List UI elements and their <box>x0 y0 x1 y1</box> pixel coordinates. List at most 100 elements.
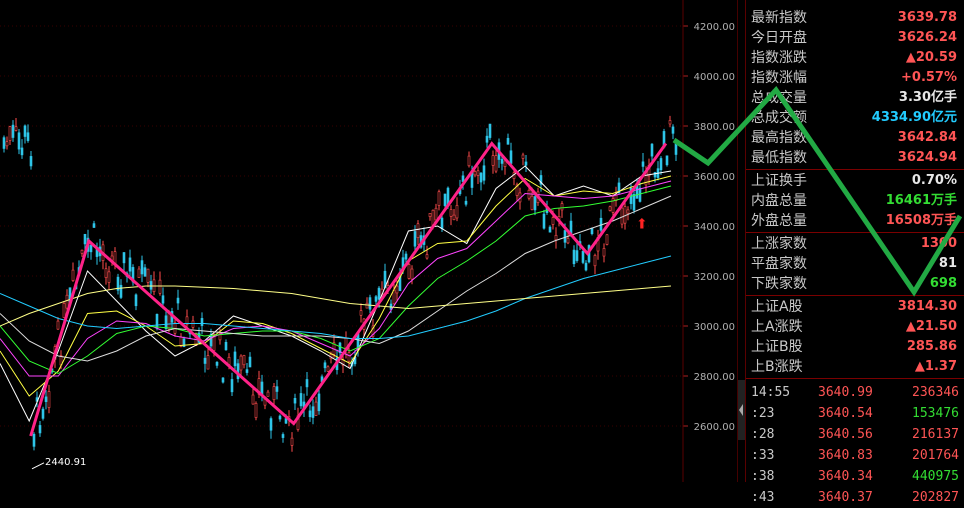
stat-row: 平盘家数 81 <box>751 254 957 274</box>
candle-body <box>623 206 627 224</box>
stat-label: 上A涨跌 <box>751 319 803 335</box>
stat-row: 最高指数 3642.84 <box>751 128 957 148</box>
candle-body <box>605 234 609 245</box>
candle-body <box>560 203 564 211</box>
tick-row[interactable]: :33 3640.83 201764 <box>746 445 964 466</box>
tick-volume: 153476 <box>912 406 959 421</box>
tick-time: :28 <box>751 427 775 442</box>
candle-body <box>293 398 297 404</box>
tick-price: 3640.56 <box>818 427 873 442</box>
tick-row[interactable]: :23 3640.54 153476 <box>746 403 964 424</box>
candle-body <box>551 217 555 225</box>
candle-body <box>506 137 510 145</box>
tick-volume: 201764 <box>912 448 959 463</box>
candle-body <box>548 226 552 233</box>
candle-body <box>200 318 204 326</box>
up-arrow-icon: ⬆ <box>636 217 648 233</box>
candle-body <box>176 297 180 304</box>
y-tick-label: 3800.00 <box>694 122 735 133</box>
tick-price: 3640.99 <box>818 385 873 400</box>
tick-row[interactable]: :38 3640.34 440975 <box>746 466 964 487</box>
tick-volume: 202827 <box>912 490 959 505</box>
tick-price: 3640.83 <box>818 448 873 463</box>
candle-body <box>563 230 567 243</box>
panel-collapse-handle[interactable] <box>738 380 745 440</box>
stat-row: 内盘总量 16461万手 <box>751 191 957 211</box>
low-annotation-label: 2440.91 <box>45 457 86 468</box>
candle-body <box>602 248 606 257</box>
quote-panel: 最新指数 3639.78 今日开盘 3626.24 指数涨跌 ▲20.59 指数涨幅 +0.5… <box>745 0 964 505</box>
candle-body <box>428 213 432 217</box>
candle-body <box>584 262 588 271</box>
candle-body <box>674 141 678 155</box>
candle-body <box>32 433 36 447</box>
candle-body <box>191 320 195 328</box>
candle-body <box>71 269 75 281</box>
candle-body <box>11 124 15 138</box>
candle-body <box>230 379 234 393</box>
candle-body <box>464 200 468 205</box>
stat-value: 16461万手 <box>885 193 957 208</box>
candle-body <box>410 268 414 280</box>
candle-body <box>452 214 456 221</box>
tick-time: :33 <box>751 448 775 463</box>
stat-label: 上证B股 <box>751 339 803 355</box>
stat-row: 今日开盘 3626.24 <box>751 28 957 48</box>
candle-body <box>269 418 273 431</box>
candle-body <box>581 250 585 263</box>
candle-body <box>224 341 228 351</box>
candle-body <box>521 154 525 159</box>
stat-label: 内盘总量 <box>751 193 807 209</box>
stat-value: +0.57% <box>901 70 957 85</box>
candle-body <box>530 195 534 210</box>
tick-time: :38 <box>751 469 775 484</box>
candle-body <box>83 233 87 245</box>
stat-value: 1300 <box>920 236 957 251</box>
candle-body <box>305 379 309 388</box>
candle-body <box>20 147 24 156</box>
candle-body <box>164 315 168 329</box>
tick-volume: 216137 <box>912 427 959 442</box>
candle-body <box>659 158 663 171</box>
candle-body <box>248 356 252 368</box>
candle-body <box>566 238 570 244</box>
candle-body <box>440 217 444 229</box>
candle-body <box>290 437 294 446</box>
stat-value: 285.86 <box>906 339 957 354</box>
stat-label: 指数涨跌 <box>751 50 807 66</box>
candle-body <box>233 351 237 367</box>
candle-body <box>104 268 108 278</box>
tick-price: 3640.54 <box>818 406 873 421</box>
candle-body <box>119 284 123 298</box>
candle-body <box>572 249 576 265</box>
candle-body <box>311 406 315 418</box>
candle-body <box>395 285 399 294</box>
tick-time: 14:55 <box>751 385 791 400</box>
stat-value: 3639.78 <box>897 10 957 25</box>
stat-row: 指数涨幅 +0.57% <box>751 68 957 88</box>
candle-body <box>239 355 243 371</box>
candle-body <box>416 223 420 238</box>
y-tick-label: 3400.00 <box>694 222 735 233</box>
stat-row: 最低指数 3624.94 <box>751 148 957 168</box>
kline-chart[interactable]: 2600.00 2800.00 3000.00 3200.00 3400.00 3600.… <box>0 0 738 482</box>
candle-body <box>254 403 258 418</box>
candle-body <box>590 227 594 235</box>
candle-body <box>89 244 93 253</box>
candle-body <box>107 271 111 283</box>
tick-row[interactable]: :28 3640.56 216137 <box>746 424 964 445</box>
tick-row[interactable]: 14:55 3640.99 236346 <box>746 382 964 403</box>
candle-body <box>434 207 438 221</box>
stat-row: 上证B股 285.86 <box>751 337 957 357</box>
stat-label: 指数涨幅 <box>751 70 807 86</box>
candle-body <box>575 250 579 261</box>
tick-row[interactable]: :43 3640.37 202827 <box>746 487 964 508</box>
candle-body <box>593 255 597 267</box>
stat-label: 上证A股 <box>751 299 803 315</box>
tick-price: 3640.34 <box>818 469 873 484</box>
candle-body <box>158 279 162 294</box>
candle-body <box>503 160 507 167</box>
y-tick-label: 2600.00 <box>694 422 735 433</box>
stat-label: 今日开盘 <box>751 30 807 46</box>
candle-body <box>377 287 381 300</box>
